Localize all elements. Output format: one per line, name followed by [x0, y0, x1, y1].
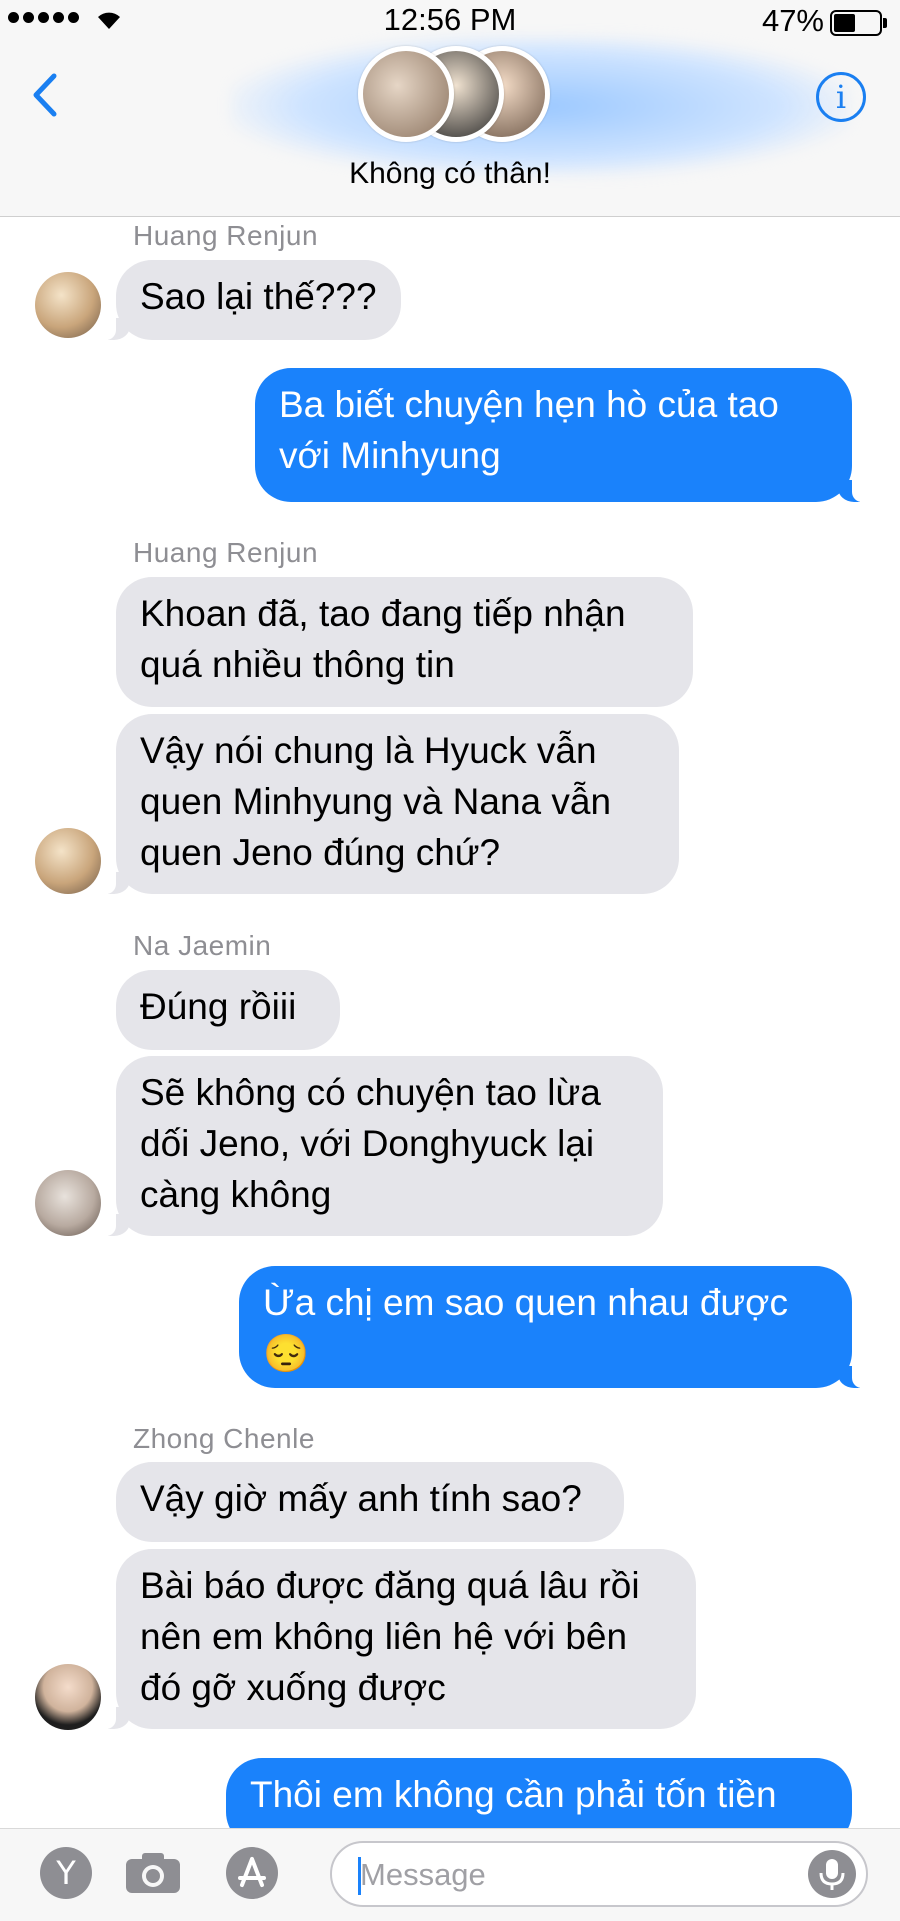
- message-bubble-incoming[interactable]: Khoan đã, tao đang tiếp nhận quá nhiều t…: [116, 577, 693, 707]
- compose-bar: Y: [0, 1828, 900, 1921]
- message-bubble-outgoing[interactable]: Ba biết chuyện hẹn hò của tao với Minhyu…: [255, 368, 870, 502]
- group-avatars[interactable]: [358, 46, 550, 142]
- message-bubble-incoming[interactable]: Đúng rồiii: [116, 970, 340, 1050]
- app-store-glyph: [238, 1857, 266, 1887]
- message-bubble-incoming[interactable]: Sao lại thế???: [98, 260, 401, 340]
- avatar[interactable]: [35, 1170, 101, 1236]
- message-bubble-incoming[interactable]: Vậy giờ mấy anh tính sao?: [116, 1462, 624, 1542]
- message-bubble-outgoing[interactable]: Ừa chị em sao quen nhau được 😔: [239, 1266, 870, 1388]
- avatar[interactable]: [35, 1664, 101, 1730]
- sender-name: Huang Renjun: [133, 220, 319, 251]
- battery-nub: [883, 18, 887, 28]
- message-bubble-incoming[interactable]: Vậy nói chung là Hyuck vẫn quen Minhyung…: [98, 714, 679, 894]
- battery-percentage: 47%: [761, 3, 824, 38]
- info-icon[interactable]: i: [816, 72, 866, 122]
- message-field[interactable]: [330, 1841, 868, 1907]
- message-bubble-incoming[interactable]: Bài báo được đăng quá lâu rồi nên em khô…: [98, 1549, 696, 1729]
- chevron-left-icon[interactable]: [28, 70, 62, 120]
- camera-icon[interactable]: [124, 1851, 182, 1895]
- battery-fill: [834, 14, 855, 32]
- battery-icon: [830, 10, 887, 36]
- microphone-icon[interactable]: [808, 1850, 856, 1898]
- status-bar: 12:56 PM 47%: [0, 0, 900, 44]
- app-store-icon[interactable]: [226, 1847, 278, 1899]
- sender-name: Na Jaemin: [133, 930, 272, 961]
- message-bubble-incoming[interactable]: Sẽ không có chuyện tao lừa dối Jeno, với…: [98, 1056, 663, 1236]
- group-name[interactable]: Không có thân!: [0, 157, 900, 191]
- group-avatar: [358, 46, 454, 142]
- yahoo-icon[interactable]: Y: [40, 1847, 92, 1899]
- microphone-glyph: [819, 1859, 845, 1890]
- avatar[interactable]: [35, 828, 101, 894]
- avatar[interactable]: [35, 272, 101, 338]
- sender-name: Huang Renjun: [133, 537, 319, 568]
- message-input[interactable]: [358, 1853, 782, 1897]
- sender-name: Zhong Chenle: [133, 1423, 315, 1454]
